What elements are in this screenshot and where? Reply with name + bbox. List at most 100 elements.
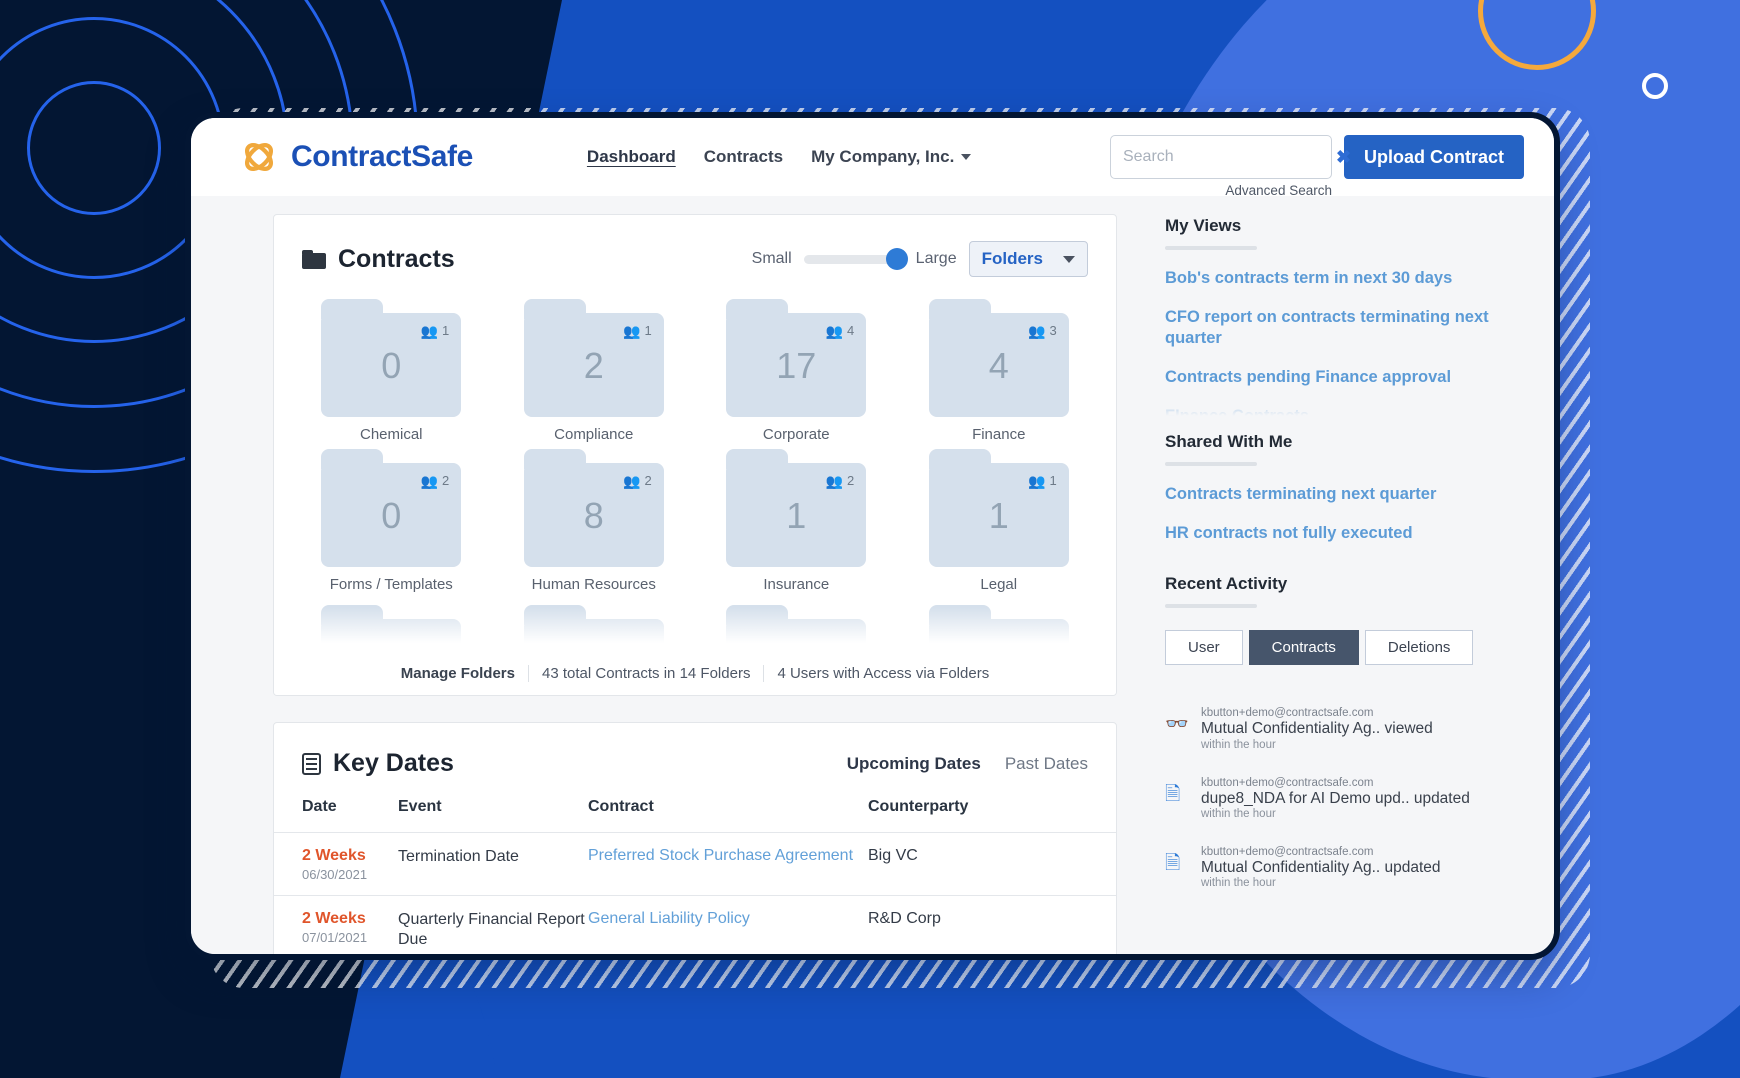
my-views-title: My Views	[1165, 216, 1242, 235]
shared-view-link[interactable]: Contracts terminating next quarter	[1165, 484, 1528, 505]
folder-item[interactable]: 👥 3 4 Finance	[910, 299, 1089, 443]
tab-upcoming-dates[interactable]: Upcoming Dates	[847, 754, 981, 774]
shared-with-me-list: Contracts terminating next quarter HR co…	[1165, 484, 1528, 544]
shared-with-me-title: Shared With Me	[1165, 432, 1293, 451]
folder-label: Compliance	[554, 426, 634, 443]
app-window: ContractSafe Dashboard Contracts My Comp…	[185, 112, 1560, 960]
document-icon: 🗎	[1165, 783, 1181, 805]
folder-tile[interactable]: 👥 2 1	[726, 449, 867, 567]
column-header-date: Date	[274, 798, 398, 833]
contracts-panel-tools: Small Large Folders	[752, 241, 1088, 277]
my-view-link[interactable]: FInance Contracts	[1165, 406, 1528, 420]
tab-activity-user[interactable]: User	[1165, 630, 1243, 666]
activity-item[interactable]: 👓 kbutton+demo@contractsafe.com Mutual C…	[1165, 707, 1528, 750]
tab-activity-deletions[interactable]: Deletions	[1364, 630, 1474, 666]
folder-user-count-group: 👥 3	[1028, 323, 1057, 338]
folder-user-count-group: 👥 2	[623, 473, 652, 488]
cell-counterparty: Big VC	[868, 832, 1116, 896]
folder-user-count-group: 👥 1	[623, 323, 652, 338]
contracts-panel-title-group: Contracts	[302, 245, 455, 274]
contracts-panel-title: Contracts	[338, 244, 455, 273]
page-background: ContractSafe Dashboard Contracts My Comp…	[0, 0, 1740, 1078]
activity-item[interactable]: 🗎 kbutton+demo@contractsafe.com dupe8_ND…	[1165, 777, 1528, 820]
due-date-value: 06/30/2021	[302, 867, 368, 882]
folder-tile[interactable]: 👥 1 0	[321, 299, 462, 417]
slider-label-large: Large	[915, 250, 957, 267]
folder-user-count-group: 👥 2	[421, 473, 450, 488]
contract-link[interactable]: General Liability Policy	[588, 910, 750, 927]
section-divider	[1165, 462, 1257, 466]
nav-links: Dashboard Contracts My Company, Inc.	[587, 147, 972, 167]
folder-contract-count: 1	[988, 495, 1009, 536]
folder-item[interactable]: 👥 1 1 Legal	[910, 449, 1089, 593]
folder-tile[interactable]: 👥 2 0	[321, 449, 462, 567]
search-input[interactable]	[1122, 148, 1330, 166]
due-date-value: 07/01/2021	[302, 930, 368, 945]
my-views-list: Bob's contracts term in next 30 days CFO…	[1165, 250, 1528, 420]
folder-label: Chemical	[359, 426, 423, 443]
folder-tile[interactable]: 👥 1 2	[523, 299, 664, 417]
table-header-row: Date Event Contract Counterparty	[274, 798, 1116, 833]
folder-label: Insurance	[763, 576, 830, 593]
folder-item[interactable]: 👥 1 2 Compliance	[505, 299, 684, 443]
folder-tile[interactable]: 👥 1 1	[928, 449, 1069, 567]
folder-item[interactable]: 👥 2 1 Insurance	[707, 449, 886, 593]
section-divider	[1165, 604, 1257, 609]
recent-activity-title: Recent Activity	[1165, 574, 1288, 594]
folder-contract-count: 8	[583, 495, 604, 536]
my-view-link[interactable]: Contracts pending Finance approval	[1165, 367, 1528, 388]
key-dates-title: Key Dates	[333, 749, 454, 777]
tab-past-dates[interactable]: Past Dates	[1005, 754, 1088, 774]
folder-label: Human Resources	[531, 576, 656, 593]
key-dates-title-group: Key Dates	[302, 749, 454, 778]
activity-timestamp: within the hour	[1201, 877, 1276, 890]
contract-link[interactable]: Preferred Stock Purchase Agreement	[588, 847, 853, 864]
main-column: Contracts Small Large Folders 👥 1 0 Chem…	[191, 214, 1141, 954]
shared-view-link[interactable]: HR contracts not fully executed	[1165, 523, 1528, 544]
folder-tile[interactable]: 👥 3 4	[928, 299, 1069, 417]
tab-activity-contracts[interactable]: Contracts	[1248, 630, 1359, 666]
folder-user-count-group: 👥 1	[421, 323, 450, 338]
nav-item-company[interactable]: My Company, Inc.	[811, 147, 972, 167]
advanced-search-link[interactable]: Advanced Search	[1225, 183, 1332, 198]
folder-label: Corporate	[762, 426, 830, 443]
manage-folders-link[interactable]: Manage Folders	[388, 665, 528, 682]
nav-item-contracts[interactable]: Contracts	[704, 147, 783, 167]
brand-logo-area[interactable]: ContractSafe	[239, 137, 473, 177]
activity-item[interactable]: 🗎 kbutton+demo@contractsafe.com Mutual C…	[1165, 846, 1528, 889]
table-row[interactable]: 2 Weeks 07/01/2021 Quarterly Financial R…	[274, 895, 1116, 954]
table-row[interactable]: 2 Weeks 06/30/2021 Termination Date Pref…	[274, 832, 1116, 896]
cell-contract: General Liability Policy	[588, 895, 868, 954]
contracts-panel: Contracts Small Large Folders 👥 1 0 Chem…	[273, 214, 1117, 696]
folder-item[interactable]: 👥 4 17 Corporate	[707, 299, 886, 443]
users-icon: 👥	[825, 322, 844, 339]
slider-thumb[interactable]	[885, 248, 908, 270]
folder-tile[interactable]: 👥 4 17	[726, 299, 867, 417]
users-icon: 👥	[623, 322, 641, 339]
folder-user-count: 2	[442, 473, 450, 488]
folder-tile[interactable]: 👥 2 8	[523, 449, 664, 567]
activity-user-email: kbutton+demo@contractsafe.com	[1201, 776, 1374, 789]
folder-user-count-group: 👥 4	[826, 323, 855, 338]
folder-item[interactable]: 👥 2 8 Human Resources	[505, 449, 684, 593]
folder-item[interactable]: 👥 2 0 Forms / Templates	[302, 449, 481, 593]
folder-item[interactable]: 👥 1 0 Chemical	[302, 299, 481, 443]
folder-size-slider[interactable]	[803, 248, 908, 270]
document-icon: 🗎	[1165, 852, 1181, 874]
nav-item-dashboard[interactable]: Dashboard	[587, 147, 676, 167]
users-icon: 👥	[420, 472, 439, 489]
my-view-link[interactable]: CFO report on contracts terminating next…	[1165, 307, 1528, 349]
view-mode-select[interactable]: Folders	[968, 241, 1088, 277]
users-icon: 👥	[1028, 472, 1046, 489]
my-view-link[interactable]: Bob's contracts term in next 30 days	[1165, 268, 1528, 289]
cell-event: Termination Date	[398, 832, 588, 896]
upload-contract-button[interactable]: Upload Contract	[1343, 135, 1524, 179]
search-area: ✖ Advanced Search	[1109, 135, 1351, 198]
folder-label: Forms / Templates	[329, 576, 453, 593]
clear-search-icon[interactable]: ✖	[1330, 148, 1351, 166]
search-box[interactable]: ✖	[1109, 135, 1351, 179]
folder-contract-count: 2	[583, 345, 604, 386]
nav-right-group: ✖ Advanced Search Upload Contract	[1109, 135, 1524, 198]
activity-timestamp: within the hour	[1201, 807, 1276, 820]
white-circle-decoration	[1642, 73, 1668, 99]
